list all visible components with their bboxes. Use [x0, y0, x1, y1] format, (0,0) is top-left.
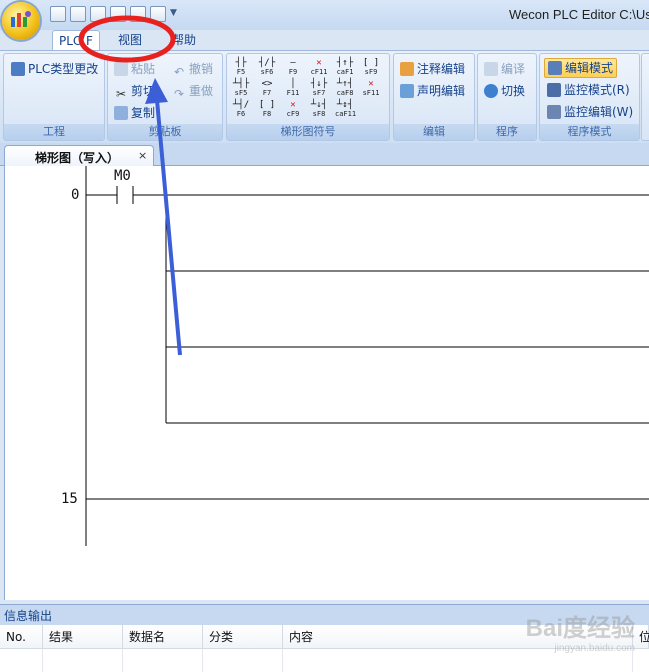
group-ladder-symbols: ┤├ F5 ┤/├ sF6 — F9 ✕ cF11 ┤↑├ caF1 [ ] sF9 ┴┤├… — [226, 53, 390, 141]
contact-label-m0: M0 — [114, 168, 131, 184]
tab-plc[interactable]: PLC(F — [52, 30, 100, 51]
group-label-edit: 编辑 — [394, 124, 474, 140]
ladder-diagram — [85, 166, 649, 546]
redo-button[interactable]: ↷ 重做 — [172, 82, 213, 101]
ladder-delete-hline-button[interactable]: ✕ cF11 — [309, 58, 329, 76]
ladder-contact-nc-button[interactable]: ┤/├ sF6 — [257, 58, 277, 76]
info-output-title: 信息输出 — [4, 609, 53, 623]
ladder-editor[interactable]: 0 M0 15 — [4, 166, 649, 600]
ladder-or-falling-button[interactable]: ┴↓┤ sF8 — [309, 100, 329, 118]
open-file-icon[interactable] — [70, 6, 86, 22]
ladder-rising-button[interactable]: ┤↑├ caF1 — [335, 58, 355, 76]
compile-icon — [484, 62, 498, 76]
wecon-logo-icon — [11, 11, 31, 27]
col-data-name[interactable]: 数据名 — [123, 625, 203, 649]
redo-qat-icon[interactable] — [150, 6, 166, 22]
comment-icon — [400, 62, 414, 76]
undo-icon: ↶ — [173, 65, 185, 79]
monitor-edit-button[interactable]: 监控编辑(W) — [547, 103, 633, 121]
document-tab-bar: 梯形图（写入） × — [0, 143, 649, 166]
tab-help[interactable]: 帮助 — [166, 30, 202, 50]
ladder-contact-no-button[interactable]: ┤├ F5 — [231, 58, 251, 76]
group-project: PLC类型更改 工程 — [3, 53, 105, 141]
ladder-or-edge-button[interactable]: ┴↕┤ caF11 — [335, 100, 356, 118]
scissors-icon: ✂ — [115, 87, 127, 101]
col-result[interactable]: 结果 — [43, 625, 123, 649]
table-cell — [43, 649, 123, 672]
paste-button[interactable]: 粘贴 — [114, 60, 155, 78]
copy-button[interactable]: 复制 — [114, 104, 155, 122]
document-tab-label: 梯形图（写入） — [35, 151, 120, 165]
table-cell — [123, 649, 203, 672]
group-overflow — [641, 53, 649, 141]
col-position[interactable]: 位 — [633, 625, 649, 649]
print-icon[interactable] — [130, 6, 146, 22]
edit-mode-icon — [548, 61, 562, 75]
plc-icon — [11, 62, 25, 76]
cut-button[interactable]: ✂ 剪切 — [114, 82, 155, 101]
monitor-mode-button[interactable]: 监控模式(R) — [547, 81, 630, 99]
save-icon[interactable] — [90, 6, 106, 22]
compile-button[interactable]: 编译 — [484, 60, 525, 78]
switch-icon — [484, 84, 498, 98]
col-no[interactable]: No. — [0, 625, 43, 649]
window-title: Wecon PLC Editor C:\Us — [509, 7, 649, 22]
group-label-ladder: 梯形图符号 — [227, 124, 389, 140]
group-label-clipboard: 剪贴板 — [108, 124, 222, 140]
ladder-vline-button[interactable]: │ F11 — [283, 79, 303, 97]
ladder-or-nc-button[interactable]: ┴┤/F6 — [231, 100, 251, 118]
ladder-instruction-button[interactable]: [ ] sF9 — [361, 58, 381, 76]
close-tab-icon[interactable]: × — [138, 149, 147, 162]
tab-view[interactable]: 视图 — [112, 30, 148, 50]
group-label-mode: 程序模式 — [540, 124, 639, 140]
ladder-delete-button[interactable]: ✕ cF9 — [283, 100, 303, 118]
table-cell — [203, 649, 283, 672]
undo-button[interactable]: ↶ 撤销 — [172, 60, 213, 79]
edit-mode-button[interactable]: 编辑模式 — [544, 58, 618, 78]
table-cell — [0, 649, 43, 672]
plc-type-change-button[interactable]: PLC类型更改 — [11, 60, 98, 78]
ladder-or-contact-button[interactable]: ┴┤├ sF5 — [231, 79, 251, 97]
ladder-bracket-button[interactable]: [ ] F8 — [257, 100, 277, 118]
quick-access-toolbar: ▼ — [50, 6, 180, 22]
ribbon-tabs: PLC(F 视图 帮助 — [0, 30, 649, 51]
qat-dropdown-icon[interactable]: ▼ — [170, 6, 180, 20]
new-file-icon[interactable] — [50, 6, 66, 22]
application-menu-button[interactable] — [2, 2, 40, 40]
switch-button[interactable]: 切换 — [484, 82, 525, 100]
col-category[interactable]: 分类 — [203, 625, 283, 649]
paste-icon — [114, 62, 128, 76]
group-edit: 注释编辑 声明编辑 编辑 — [393, 53, 475, 141]
copy-icon — [114, 106, 128, 120]
group-clipboard: 粘贴 ✂ 剪切 复制 ↶ 撤销 ↷ 重做 剪贴板 — [107, 53, 223, 141]
ladder-falling-button[interactable]: ┤↓├ sF7 — [309, 79, 329, 97]
ladder-coil-button[interactable]: <> F7 — [257, 79, 277, 97]
rung-step-0: 0 — [71, 187, 80, 203]
save-as-icon[interactable] — [110, 6, 126, 22]
redo-icon: ↷ — [173, 87, 185, 101]
comment-edit-button[interactable]: 注释编辑 — [400, 60, 465, 78]
ladder-or-rising-button[interactable]: ┴↑┤ caF8 — [335, 79, 355, 97]
monitor-icon — [547, 83, 561, 97]
watermark: Bai度经验 jingyan.baidu.com — [525, 615, 635, 654]
group-label-program: 程序 — [478, 124, 536, 140]
monitor-edit-icon — [547, 105, 561, 119]
statement-edit-button[interactable]: 声明编辑 — [400, 82, 465, 100]
group-program-mode: 编辑模式 监控模式(R) 监控编辑(W) 程序模式 — [539, 53, 640, 141]
rung-step-15: 15 — [61, 491, 78, 507]
ladder-line-button[interactable]: — F9 — [283, 58, 303, 76]
ladder-delete-vline-button[interactable]: ✕ sF11 — [361, 79, 381, 97]
group-program: 编译 切换 程序 — [477, 53, 537, 141]
ribbon: PLC类型更改 工程 粘贴 ✂ 剪切 复制 ↶ 撤销 ↷ 重做 剪贴板 ┤├ F5 ┤/… — [0, 50, 649, 144]
tab-ladder-write[interactable]: 梯形图（写入） × — [4, 145, 154, 166]
title-bar: ▼ Wecon PLC Editor C:\Us — [0, 0, 649, 30]
statement-icon — [400, 84, 414, 98]
group-label-project: 工程 — [4, 124, 104, 140]
